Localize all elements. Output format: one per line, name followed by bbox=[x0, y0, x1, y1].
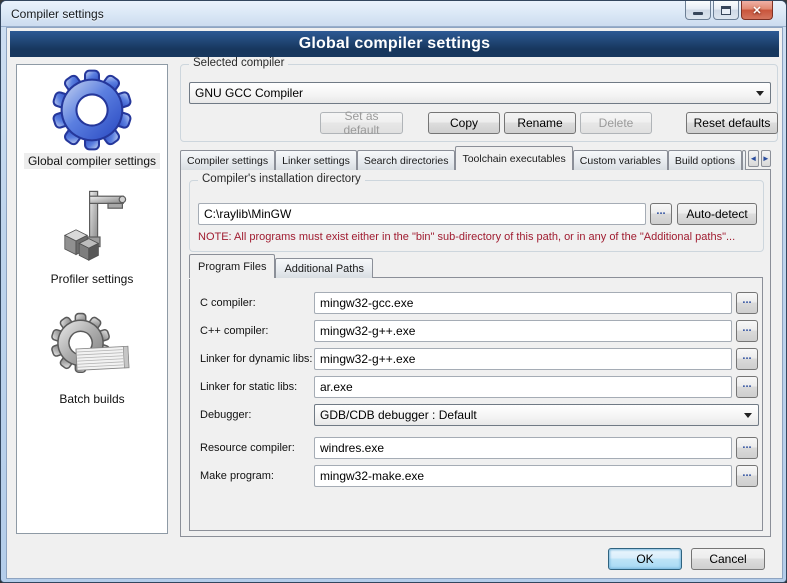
install-dir-group-label: Compiler's installation directory bbox=[198, 173, 365, 185]
window-title: Compiler settings bbox=[11, 7, 104, 21]
tab-scroll-right-button[interactable]: ► bbox=[761, 150, 771, 167]
c-compiler-input[interactable] bbox=[314, 292, 732, 314]
title-bar[interactable]: Compiler settings ✕ bbox=[1, 1, 786, 27]
tab-program-files[interactable]: Program Files bbox=[189, 254, 275, 278]
cpp-compiler-input[interactable] bbox=[314, 320, 732, 342]
delete-button[interactable]: Delete bbox=[580, 112, 652, 134]
cancel-button[interactable]: Cancel bbox=[691, 548, 765, 570]
debugger-select[interactable]: GDB/CDB debugger : Default bbox=[314, 404, 759, 426]
rename-button[interactable]: Rename bbox=[504, 112, 576, 134]
c-compiler-browse-button[interactable]: ... bbox=[736, 292, 758, 314]
tab-partial[interactable] bbox=[742, 150, 746, 170]
dialog-content: Global compiler settings bbox=[6, 27, 783, 579]
selected-compiler-group: Selected compiler GNU GCC Compiler Set a… bbox=[180, 64, 778, 142]
tab-compiler-settings[interactable]: Compiler settings bbox=[180, 150, 275, 170]
debugger-select-value: GDB/CDB debugger : Default bbox=[320, 408, 477, 422]
arrow-left-icon: ◄ bbox=[749, 154, 757, 163]
page-title: Global compiler settings bbox=[299, 35, 491, 53]
auto-detect-button[interactable]: Auto-detect bbox=[677, 203, 757, 225]
resource-compiler-browse-button[interactable]: ... bbox=[736, 437, 758, 459]
tab-linker-settings[interactable]: Linker settings bbox=[275, 150, 357, 170]
ok-button[interactable]: OK bbox=[608, 548, 682, 570]
static-linker-input[interactable] bbox=[314, 376, 732, 398]
sidebar-item-label: Profiler settings bbox=[47, 271, 138, 287]
caliper-icon bbox=[52, 189, 132, 269]
compiler-settings-dialog: Compiler settings ✕ Global compiler sett… bbox=[0, 0, 787, 583]
dynamic-linker-input[interactable] bbox=[314, 348, 732, 370]
install-dir-note: NOTE: All programs must exist either in … bbox=[198, 231, 758, 243]
program-tabs: Program Files Additional Paths bbox=[189, 254, 373, 278]
selected-compiler-group-label: Selected compiler bbox=[189, 57, 288, 69]
sidebar-item-label: Global compiler settings bbox=[24, 153, 160, 169]
minimize-icon bbox=[693, 12, 703, 15]
compiler-select-value: GNU GCC Compiler bbox=[195, 86, 303, 100]
static-linker-browse-button[interactable]: ... bbox=[736, 376, 758, 398]
minimize-button[interactable] bbox=[685, 1, 711, 20]
chevron-down-icon bbox=[756, 91, 764, 96]
program-files-panel: C compiler: ... C++ compiler: ... Linker… bbox=[189, 277, 763, 531]
window-controls: ✕ bbox=[683, 1, 773, 20]
field-label: C compiler: bbox=[200, 292, 256, 314]
sidebar-item-profiler-settings[interactable]: Profiler settings bbox=[47, 189, 138, 287]
sidebar-item-label: Batch builds bbox=[55, 391, 128, 407]
copy-button[interactable]: Copy bbox=[428, 112, 500, 134]
close-icon: ✕ bbox=[752, 4, 761, 17]
tab-toolchain-executables[interactable]: Toolchain executables bbox=[455, 146, 572, 170]
tab-additional-paths[interactable]: Additional Paths bbox=[275, 258, 373, 278]
field-label: Resource compiler: bbox=[200, 437, 295, 459]
field-label: Debugger: bbox=[200, 404, 251, 426]
tab-scroll-left-button[interactable]: ◄ bbox=[748, 150, 758, 167]
toolchain-executables-panel: Compiler's installation directory ... Au… bbox=[180, 169, 771, 537]
field-label: C++ compiler: bbox=[200, 320, 268, 342]
make-program-browse-button[interactable]: ... bbox=[736, 465, 758, 487]
compiler-select[interactable]: GNU GCC Compiler bbox=[189, 82, 771, 104]
gear-stack-icon bbox=[50, 309, 134, 389]
settings-category-list: Global compiler settings bbox=[16, 64, 168, 534]
tab-custom-variables[interactable]: Custom variables bbox=[573, 150, 668, 170]
compiler-tabs: Compiler settings Linker settings Search… bbox=[180, 146, 771, 170]
install-dir-group: Compiler's installation directory ... Au… bbox=[189, 180, 764, 252]
cpp-compiler-browse-button[interactable]: ... bbox=[736, 320, 758, 342]
tab-search-directories[interactable]: Search directories bbox=[357, 150, 456, 170]
install-dir-browse-button[interactable]: ... bbox=[650, 203, 672, 225]
close-button[interactable]: ✕ bbox=[741, 1, 773, 20]
blue-gear-icon bbox=[51, 69, 133, 151]
arrow-right-icon: ► bbox=[762, 154, 770, 163]
field-label: Make program: bbox=[200, 465, 274, 487]
install-dir-input[interactable] bbox=[198, 203, 646, 225]
tab-build-options[interactable]: Build options bbox=[668, 150, 742, 170]
sidebar-item-batch-builds[interactable]: Batch builds bbox=[50, 309, 134, 407]
maximize-button[interactable] bbox=[713, 1, 739, 20]
reset-defaults-button[interactable]: Reset defaults bbox=[686, 112, 778, 134]
dynamic-linker-browse-button[interactable]: ... bbox=[736, 348, 758, 370]
chevron-down-icon bbox=[744, 413, 752, 418]
make-program-input[interactable] bbox=[314, 465, 732, 487]
field-label: Linker for static libs: bbox=[200, 376, 297, 398]
maximize-icon bbox=[721, 6, 731, 15]
resource-compiler-input[interactable] bbox=[314, 437, 732, 459]
page-header: Global compiler settings bbox=[10, 31, 779, 57]
field-label: Linker for dynamic libs: bbox=[200, 348, 313, 370]
sidebar-item-global-compiler-settings[interactable]: Global compiler settings bbox=[24, 69, 160, 169]
set-as-default-button[interactable]: Set as default bbox=[320, 112, 403, 134]
